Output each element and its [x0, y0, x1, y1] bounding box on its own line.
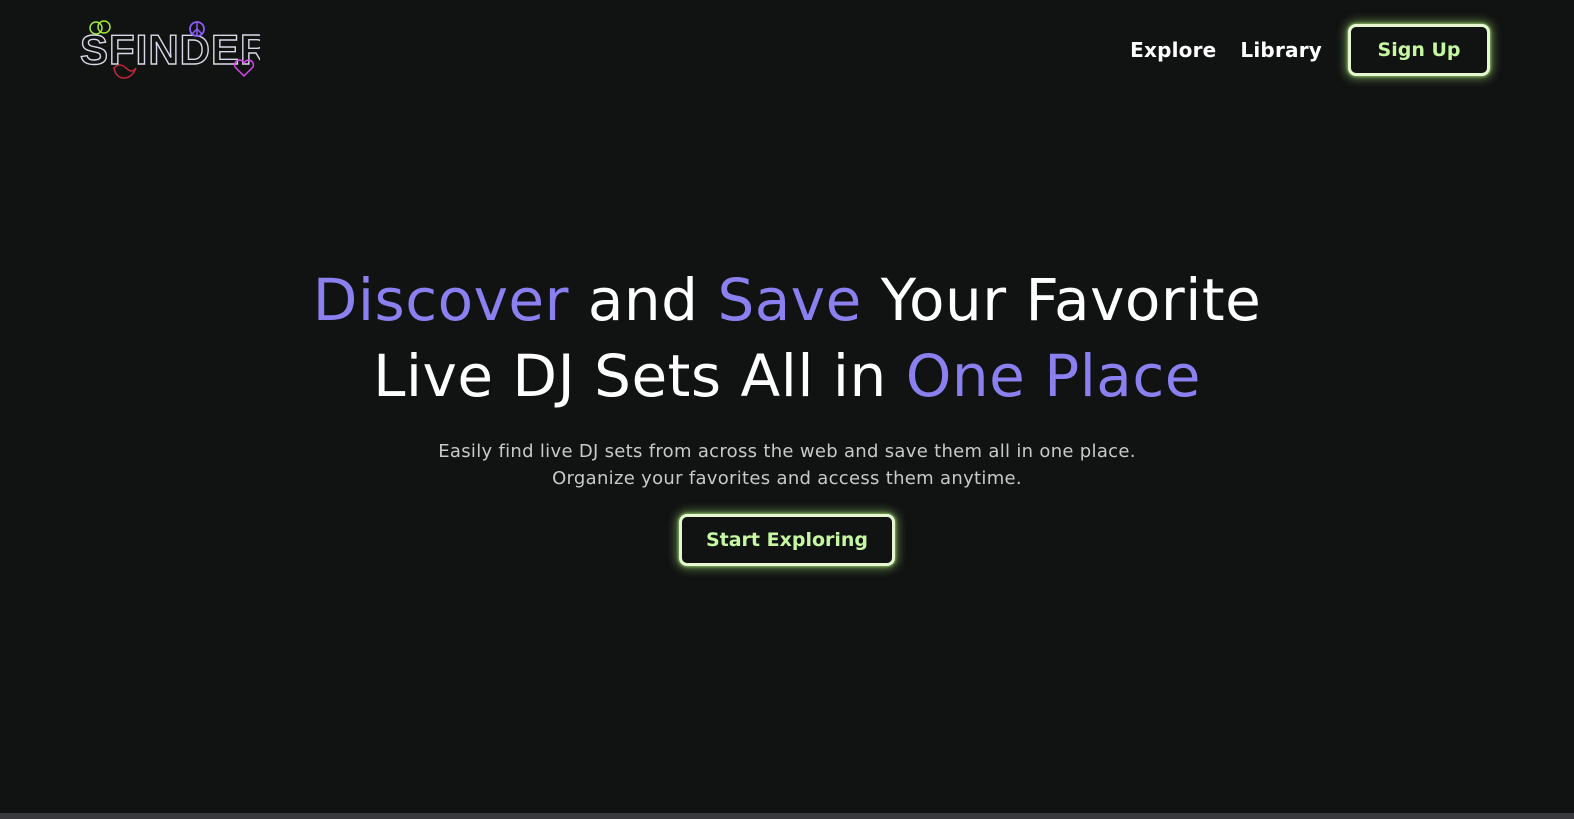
logo-wordmark: SFINDER [80, 26, 260, 73]
hero-title-text-and: and [568, 266, 718, 334]
hero-title-accent-one-place: One Place [905, 342, 1201, 410]
hero-title-line-1: Discover and Save Your Favorite [313, 266, 1262, 334]
start-exploring-button[interactable]: Start Exploring [679, 514, 895, 566]
nav-library-link[interactable]: Library [1240, 38, 1322, 62]
hero-title-accent-save: Save [717, 266, 862, 334]
hero-title: Discover and Save Your Favorite Live DJ … [0, 262, 1574, 414]
bottom-scrollbar[interactable] [0, 813, 1574, 819]
navbar: SFINDER Explore Library Sign Up [0, 0, 1574, 100]
hero-title-text-favorite: Your Favorite [861, 266, 1262, 334]
hero-title-line-2: Live DJ Sets All in One Place [373, 342, 1201, 410]
logo[interactable]: SFINDER [78, 16, 260, 84]
hero-title-accent-discover: Discover [312, 266, 569, 334]
hero-subtitle: Easily find live DJ sets from across the… [438, 441, 1136, 489]
sign-up-button[interactable]: Sign Up [1348, 24, 1490, 76]
logo-image: SFINDER [79, 20, 260, 79]
nav-explore-link[interactable]: Explore [1130, 38, 1216, 62]
hero-section: Discover and Save Your Favorite Live DJ … [0, 262, 1574, 566]
nav-links: Explore Library Sign Up [1130, 22, 1490, 78]
hero-title-text-live-dj: Live DJ Sets All in [373, 342, 906, 410]
